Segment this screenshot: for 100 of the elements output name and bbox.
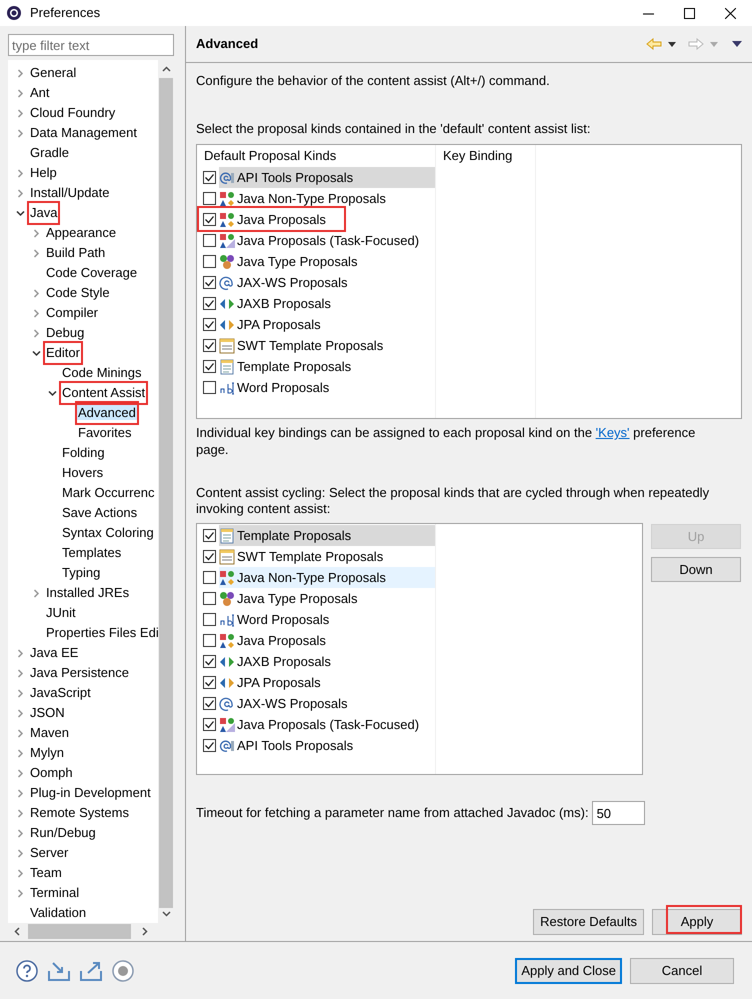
tree-item[interactable]: Help [29, 165, 58, 180]
cancel-button[interactable]: Cancel [630, 958, 734, 984]
checkbox[interactable] [203, 381, 216, 394]
apply-and-close-button[interactable]: Apply and Close [515, 958, 622, 984]
tree-item[interactable]: Editor [45, 345, 81, 360]
proposal-item[interactable]: Java Proposals [219, 209, 328, 230]
collapsed-chevron-icon[interactable] [16, 688, 25, 698]
tree-item[interactable]: Hovers [61, 465, 104, 480]
collapsed-chevron-icon[interactable] [16, 808, 25, 818]
checkbox[interactable] [203, 697, 216, 710]
collapsed-chevron-icon[interactable] [32, 308, 41, 318]
checkbox[interactable] [203, 676, 216, 689]
scroll-right-icon[interactable] [142, 927, 148, 936]
tree-item[interactable]: Team [29, 865, 63, 880]
collapsed-chevron-icon[interactable] [16, 728, 25, 738]
proposal-item[interactable]: JAXB Proposals [219, 651, 333, 672]
checkbox[interactable] [203, 550, 216, 563]
proposal-item[interactable]: Template Proposals [219, 525, 435, 546]
tree-item[interactable]: Plug-in Development [29, 785, 152, 800]
checkbox[interactable] [203, 655, 216, 668]
tree-item[interactable]: Appearance [45, 225, 118, 240]
scroll-down-icon[interactable] [162, 911, 170, 917]
tree-item[interactable]: Compiler [45, 305, 100, 320]
proposal-item[interactable]: JPA Proposals [219, 672, 323, 693]
tree-item[interactable]: General [29, 65, 78, 80]
expanded-chevron-icon[interactable] [32, 348, 41, 358]
checkbox[interactable] [203, 613, 216, 626]
proposal-item[interactable]: SWT Template Proposals [219, 335, 386, 356]
collapsed-chevron-icon[interactable] [32, 588, 41, 598]
collapsed-chevron-icon[interactable] [32, 328, 41, 338]
down-button[interactable]: Down [651, 557, 741, 582]
checkbox[interactable] [203, 571, 216, 584]
tree-item[interactable]: Favorites [77, 425, 132, 440]
tree-item[interactable]: JSON [29, 705, 66, 720]
help-icon[interactable] [16, 960, 38, 982]
restore-defaults-button[interactable]: Restore Defaults [533, 909, 644, 935]
proposal-item[interactable]: JAX-WS Proposals [219, 272, 350, 293]
column-header[interactable]: Default Proposal Kinds [197, 145, 435, 167]
collapsed-chevron-icon[interactable] [16, 848, 25, 858]
proposal-item[interactable]: Java Type Proposals [219, 588, 360, 609]
checkbox[interactable] [203, 297, 216, 310]
tree-item[interactable]: Mylyn [29, 745, 65, 760]
collapsed-chevron-icon[interactable] [32, 288, 41, 298]
proposal-item[interactable]: API Tools Proposals [219, 735, 356, 756]
checkbox[interactable] [203, 360, 216, 373]
collapsed-chevron-icon[interactable] [16, 868, 25, 878]
tree-item[interactable]: JUnit [45, 605, 77, 620]
proposal-item[interactable]: SWT Template Proposals [219, 546, 386, 567]
maximize-icon[interactable] [684, 8, 695, 18]
collapsed-chevron-icon[interactable] [16, 888, 25, 898]
scroll-up-icon[interactable] [162, 66, 170, 72]
checkbox[interactable] [203, 592, 216, 605]
checkbox[interactable] [203, 739, 216, 752]
tree-item[interactable]: Validation [29, 905, 88, 920]
collapsed-chevron-icon[interactable] [32, 228, 41, 238]
tree-item[interactable]: Syntax Coloring [61, 525, 155, 540]
tree-item[interactable]: Oomph [29, 765, 74, 780]
checkbox[interactable] [203, 192, 216, 205]
collapsed-chevron-icon[interactable] [16, 708, 25, 718]
tree-item[interactable]: Advanced [77, 405, 137, 420]
scrollbar-thumb[interactable] [28, 924, 131, 939]
tree-item[interactable]: Gradle [29, 145, 70, 160]
tree-item[interactable]: Properties Files Edi [45, 625, 158, 640]
collapsed-chevron-icon[interactable] [16, 648, 25, 658]
collapsed-chevron-icon[interactable] [16, 128, 25, 138]
collapsed-chevron-icon[interactable] [16, 768, 25, 778]
tree-item[interactable]: Cloud Foundry [29, 105, 116, 120]
checkbox[interactable] [203, 718, 216, 731]
checkbox[interactable] [203, 529, 216, 542]
proposal-item[interactable]: JPA Proposals [219, 314, 323, 335]
collapsed-chevron-icon[interactable] [16, 188, 25, 198]
tree-item[interactable]: JavaScript [29, 685, 92, 700]
collapsed-chevron-icon[interactable] [16, 668, 25, 678]
filter-field[interactable]: type filter text [8, 34, 174, 56]
collapsed-chevron-icon[interactable] [16, 788, 25, 798]
column-header[interactable]: Key Binding [436, 145, 535, 167]
tree-item[interactable]: Terminal [29, 885, 80, 900]
tree-item[interactable]: Content Assist [61, 385, 146, 400]
proposal-item[interactable]: Java Non-Type Proposals [219, 567, 435, 588]
tree-item[interactable]: Mark Occurrenc [61, 485, 156, 500]
tree-item[interactable]: Code Style [45, 285, 111, 300]
tree-item[interactable]: Data Management [29, 125, 138, 140]
collapsed-chevron-icon[interactable] [16, 168, 25, 178]
tree-item[interactable]: Build Path [45, 245, 106, 260]
expanded-chevron-icon[interactable] [48, 388, 57, 398]
checkbox[interactable] [203, 213, 216, 226]
proposal-item[interactable]: Word Proposals [219, 377, 332, 398]
proposal-item[interactable]: Java Proposals (Task-Focused) [219, 230, 422, 251]
scroll-left-icon[interactable] [14, 927, 20, 936]
export-icon[interactable] [80, 960, 102, 980]
tree-item[interactable]: Debug [45, 325, 86, 340]
import-icon[interactable] [48, 960, 70, 980]
tree-item[interactable]: Code Coverage [45, 265, 138, 280]
collapsed-chevron-icon[interactable] [16, 68, 25, 78]
tree-item[interactable]: Java Persistence [29, 665, 130, 680]
scrollbar-thumb[interactable] [159, 78, 173, 908]
checkbox[interactable] [203, 171, 216, 184]
tree-item[interactable]: Installed JREs [45, 585, 130, 600]
dropdown-icon[interactable] [668, 42, 676, 46]
checkbox[interactable] [203, 255, 216, 268]
